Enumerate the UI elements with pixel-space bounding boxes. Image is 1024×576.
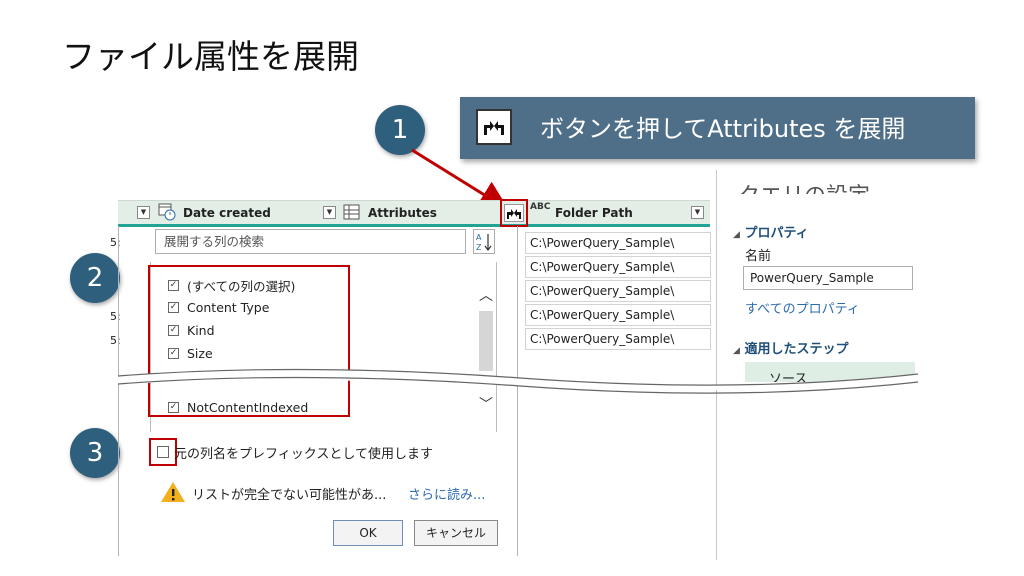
wavy-break-line bbox=[117, 368, 919, 394]
